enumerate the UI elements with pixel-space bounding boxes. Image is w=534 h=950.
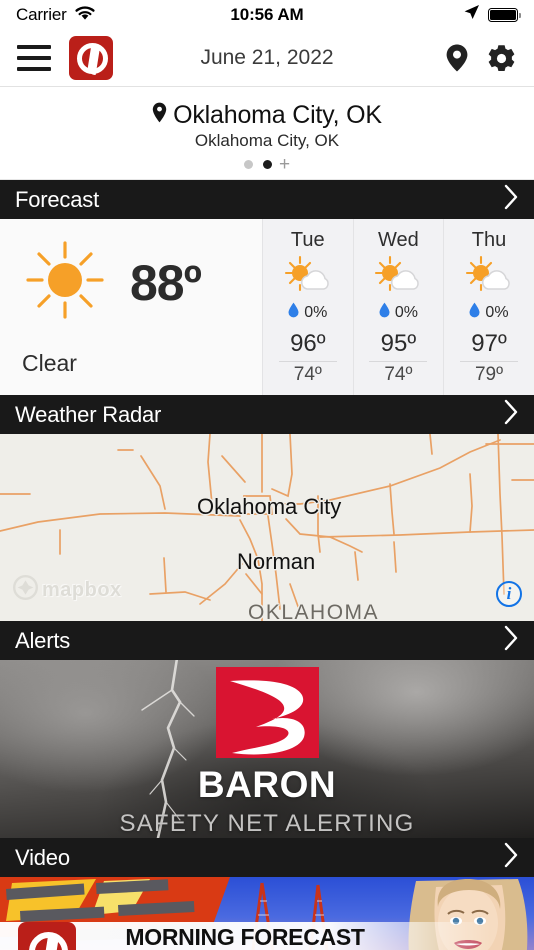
precip-value: 0% xyxy=(485,303,509,321)
radar-map[interactable]: Oklahoma City Norman OKLAHOMA mapbox i xyxy=(0,434,534,621)
precip-value: 0% xyxy=(394,303,418,321)
baron-brand-name: BARON xyxy=(197,764,337,805)
pager-dot-2[interactable] xyxy=(262,160,272,169)
app-screen: Carrier 10:56 AM June 21, 2022 Oklahoma … xyxy=(0,0,534,950)
radar-section-header[interactable]: Weather Radar xyxy=(0,395,534,434)
baron-alerts-banner[interactable]: BARON SAFETY NET ALERTING xyxy=(0,660,534,838)
video-lower-third: MORNING FORECAST from the xyxy=(0,922,534,950)
precip-probability: 0% xyxy=(379,302,418,323)
map-label-state: OKLAHOMA xyxy=(248,601,380,621)
selected-location[interactable]: Oklahoma City, OK xyxy=(0,101,534,130)
hamburger-menu-icon[interactable] xyxy=(17,45,51,71)
video-section-title: Video xyxy=(15,844,70,870)
pager-dot-1[interactable] xyxy=(243,160,253,169)
forecast-section-title: Forecast xyxy=(15,186,99,212)
mapbox-icon xyxy=(12,574,39,605)
day-high: 95º xyxy=(380,330,417,357)
chevron-right-icon xyxy=(504,184,519,215)
precip-value: 0% xyxy=(304,303,328,321)
status-bar: Carrier 10:56 AM xyxy=(0,0,534,30)
radar-section-title: Weather Radar xyxy=(15,401,162,427)
location-primary-label: Oklahoma City, OK xyxy=(173,101,382,129)
location-pin-icon xyxy=(152,101,167,130)
current-condition-label: Clear xyxy=(22,350,77,376)
day-low: 74º xyxy=(384,364,413,385)
location-header: Oklahoma City, OK Oklahoma City, OK + xyxy=(0,87,534,180)
sun-clear-icon xyxy=(22,237,108,328)
forecast-day[interactable]: Thu 0% 97º 79º xyxy=(443,219,534,395)
forecast-days: Tue 0% 96º 74º Wed 0% 95º 74º Thu 0% 97º… xyxy=(262,219,534,395)
day-high: 96º xyxy=(290,330,326,357)
raindrop-icon xyxy=(469,302,480,323)
battery-full-icon xyxy=(488,8,521,22)
location-arrow-icon xyxy=(463,4,480,26)
mapbox-attribution[interactable]: mapbox xyxy=(12,574,122,605)
day-name: Tue xyxy=(290,229,325,251)
sun-behind-cloud-icon xyxy=(281,254,335,296)
raindrop-icon xyxy=(288,302,299,323)
news9-logo[interactable] xyxy=(69,36,113,80)
mapbox-wordmark: mapbox xyxy=(42,578,122,601)
precip-probability: 0% xyxy=(469,302,509,323)
alerts-section-title: Alerts xyxy=(15,627,71,653)
day-low: 79º xyxy=(474,364,504,385)
sun-behind-cloud-icon xyxy=(371,254,425,296)
alerts-section-header[interactable]: Alerts xyxy=(0,621,534,660)
precip-probability: 0% xyxy=(288,302,327,323)
add-location-button[interactable]: + xyxy=(279,155,290,174)
app-nav-bar: June 21, 2022 xyxy=(0,30,534,87)
video-thumbnail[interactable]: MORNING FORECAST from the xyxy=(0,877,534,950)
status-bar-clock: 10:56 AM xyxy=(230,5,304,24)
video-title-block: MORNING FORECAST from the xyxy=(120,924,370,950)
video-section-header[interactable]: Video xyxy=(0,838,534,877)
raindrop-icon xyxy=(379,302,390,323)
location-secondary-label: Oklahoma City, OK xyxy=(194,131,340,150)
chevron-right-icon xyxy=(504,399,519,430)
map-label-city: Oklahoma City xyxy=(197,494,342,519)
nav-actions xyxy=(444,43,517,74)
day-low-wrap: 74º xyxy=(278,361,337,386)
location-pager: + xyxy=(0,155,534,174)
video-title-line1: MORNING FORECAST xyxy=(125,924,365,950)
day-name: Wed xyxy=(378,229,419,251)
forecast-section-header[interactable]: Forecast xyxy=(0,180,534,219)
forecast-panel: 88º Clear Tue 0% 96º 74º Wed 0% 95º 74º … xyxy=(0,219,534,395)
sun-behind-cloud-icon xyxy=(462,254,516,296)
day-name: Thu xyxy=(471,229,507,251)
chevron-right-icon xyxy=(504,625,519,656)
day-low-wrap: 74º xyxy=(369,361,428,386)
forecast-day[interactable]: Wed 0% 95º 74º xyxy=(352,219,444,395)
day-high: 97º xyxy=(471,330,507,357)
baron-branding: BARON SAFETY NET ALERTING xyxy=(0,660,534,838)
forecast-day[interactable]: Tue 0% 96º 74º xyxy=(262,219,353,395)
current-conditions[interactable]: 88º Clear xyxy=(0,219,262,395)
gear-icon[interactable] xyxy=(486,43,517,74)
baron-b-logo xyxy=(215,667,319,758)
day-low-wrap: 79º xyxy=(459,361,518,386)
current-conditions-row: 88º xyxy=(22,237,262,328)
map-label-town: Norman xyxy=(237,549,316,574)
status-bar-right xyxy=(463,4,521,26)
baron-tagline: SAFETY NET ALERTING xyxy=(119,810,415,837)
chevron-right-icon xyxy=(504,842,519,873)
day-low: 74º xyxy=(293,364,322,385)
location-pin-icon[interactable] xyxy=(444,43,470,73)
news9-logo xyxy=(18,922,76,950)
current-temperature: 88º xyxy=(130,254,202,311)
map-info-button[interactable]: i xyxy=(496,581,522,607)
